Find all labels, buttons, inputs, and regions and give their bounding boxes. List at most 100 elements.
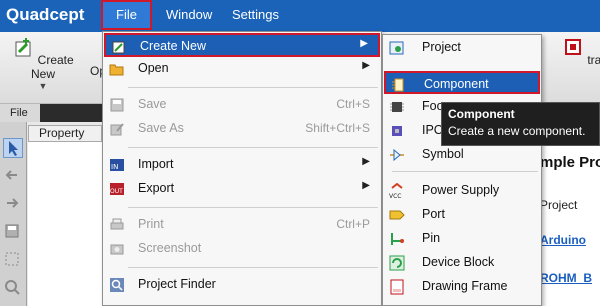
fit-tool-button[interactable] — [3, 250, 23, 270]
export-icon: OUT — [110, 183, 124, 195]
print-shortcut: Ctrl+P — [336, 217, 370, 231]
arrow-left-icon — [5, 170, 17, 180]
tooltip-description: Create a new component. — [448, 124, 586, 138]
zoom-icon — [5, 280, 20, 295]
ipc-icon — [392, 126, 402, 136]
fit-icon — [5, 252, 19, 266]
property-header: Property — [28, 125, 102, 142]
create-new-ribbon-label: Create New — [30, 53, 74, 81]
component-tooltip: Component Create a new component. — [441, 102, 600, 146]
menubar — [0, 0, 600, 32]
camera-icon — [110, 244, 124, 255]
submenu-item-power-supply[interactable]: VCC Power Supply — [384, 179, 540, 202]
submenu-arrow-icon: ▶ — [360, 38, 368, 49]
menu-separator — [128, 87, 378, 88]
chevron-down-icon: ▼ — [38, 81, 48, 91]
power-supply-label: Power Supply — [422, 183, 500, 197]
save-as-icon — [110, 123, 124, 136]
menu-item-export[interactable]: OUT Export ▶ — [104, 177, 380, 201]
print-label: Print — [138, 217, 164, 231]
drawing-frame-icon — [390, 279, 404, 295]
menu-settings[interactable]: Settings — [224, 0, 287, 30]
submenu-item-drawing-frame[interactable]: Drawing Frame — [384, 275, 540, 298]
tab-file[interactable]: File — [0, 104, 40, 122]
menu-window[interactable]: Window — [158, 0, 220, 30]
chip-icon — [565, 39, 581, 55]
drawing-frame-label: Drawing Frame — [422, 279, 508, 293]
menu-item-project-finder[interactable]: Project Finder — [104, 273, 380, 297]
save-label: Save — [138, 97, 167, 111]
property-panel — [28, 142, 102, 306]
project-link-rohm[interactable]: ROHM_B — [540, 271, 592, 285]
component-label: Component — [424, 77, 489, 91]
import-label: Import — [138, 157, 174, 171]
export-label: Export — [138, 181, 175, 195]
start-page-title: mple Pro — [540, 154, 600, 171]
menu-item-screenshot[interactable]: Screenshot — [104, 237, 380, 261]
menu-item-save[interactable]: Save Ctrl+S — [104, 93, 380, 117]
menu-separator — [128, 207, 378, 208]
menu-item-print[interactable]: Print Ctrl+P — [104, 213, 380, 237]
submenu-item-pin[interactable]: Pin — [384, 227, 540, 250]
back-tool-button[interactable] — [3, 166, 23, 186]
footprint-icon — [390, 102, 404, 112]
menu-item-open[interactable]: Open ▶ — [104, 57, 380, 81]
pin-icon — [391, 233, 404, 245]
project-icon — [389, 41, 404, 55]
save-as-label: Save As — [138, 121, 184, 135]
create-new-icon — [112, 41, 125, 54]
vcc-icon: VCC — [389, 183, 403, 199]
project-link-arduino[interactable]: Arduino — [540, 233, 586, 247]
forward-tool-button[interactable] — [3, 194, 23, 214]
submenu-arrow-icon: ▶ — [362, 156, 370, 167]
create-new-ribbon-button[interactable]: Create New ▼ — [6, 36, 80, 91]
port-icon — [389, 210, 405, 220]
disk-icon — [110, 98, 124, 112]
arrow-right-icon — [7, 198, 19, 208]
project-label: Project — [422, 40, 461, 54]
menu-file[interactable]: File — [101, 0, 152, 30]
ipc-label: IPC — [422, 123, 443, 137]
component-icon — [392, 78, 404, 92]
pointer-icon — [9, 141, 18, 156]
create-new-icon — [15, 38, 31, 57]
menu-item-create-new[interactable]: Create New ▶ — [104, 33, 380, 57]
project-finder-label: Project Finder — [138, 277, 216, 291]
submenu-item-port[interactable]: Port — [384, 203, 540, 226]
menu-separator — [392, 171, 538, 172]
device-block-label: Device Block — [422, 255, 495, 269]
submenu-item-device-block[interactable]: Device Block — [384, 251, 540, 274]
menu-item-save-as[interactable]: Save As Shift+Ctrl+S — [104, 117, 380, 141]
folder-open-icon — [109, 64, 124, 76]
menu-item-import[interactable]: IN Import ▶ — [104, 153, 380, 177]
symbol-label: Symbol — [422, 147, 464, 161]
save-shortcut: Ctrl+S — [336, 97, 370, 111]
submenu-item-component[interactable]: Component — [384, 71, 540, 94]
save-tool-button[interactable] — [3, 222, 23, 242]
search-icon — [110, 278, 124, 292]
extra-library-button[interactable]: tra Librari — [540, 36, 600, 67]
tooltip-title: Component — [448, 107, 515, 121]
disk-icon — [5, 224, 19, 238]
svg-text:VCC: VCC — [389, 193, 401, 199]
submenu-arrow-icon: ▶ — [362, 60, 370, 71]
open-label: Open — [138, 61, 169, 75]
submenu-arrow-icon: ▶ — [362, 180, 370, 191]
zoom-tool-button[interactable] — [3, 278, 23, 298]
symbol-icon — [390, 148, 404, 162]
save-as-shortcut: Shift+Ctrl+S — [305, 121, 370, 135]
printer-icon — [110, 218, 124, 230]
pin-label: Pin — [422, 231, 441, 245]
import-icon: IN — [110, 159, 124, 171]
project-label: Project — [540, 198, 578, 212]
select-tool-button[interactable] — [3, 138, 23, 158]
submenu-item-project[interactable]: Project — [384, 36, 540, 59]
menu-separator — [128, 147, 378, 148]
device-block-icon — [389, 255, 405, 271]
app-logo: Quadcept — [6, 5, 85, 24]
port-label: Port — [422, 207, 445, 221]
submenu-item-symbol[interactable]: Symbol — [384, 143, 540, 166]
screenshot-label: Screenshot — [138, 241, 202, 255]
extra-library-label: tra Librari — [587, 53, 600, 67]
svg-text:IN: IN — [111, 163, 118, 171]
